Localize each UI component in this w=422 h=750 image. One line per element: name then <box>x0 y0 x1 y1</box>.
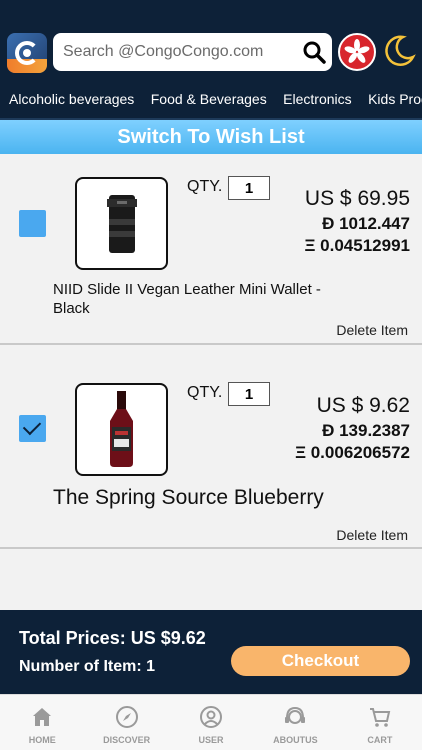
category-nav: Alcoholic beverages Food & Beverages Ele… <box>0 80 422 120</box>
item-checkbox[interactable] <box>19 415 46 442</box>
moon-icon[interactable] <box>381 33 417 69</box>
category-alcoholic-beverages[interactable]: Alcoholic beverages <box>9 80 134 118</box>
tab-home[interactable]: HOME <box>0 695 84 750</box>
category-kids-products[interactable]: Kids Produ <box>368 80 422 118</box>
cart-item: QTY. US $ 69.95 Đ 1012.447 Ξ 0.04512991 … <box>0 156 422 345</box>
checkout-button[interactable]: Checkout <box>231 646 410 676</box>
app-header <box>0 0 422 80</box>
quantity-input[interactable] <box>228 382 270 406</box>
price-dash: Đ 139.2387 <box>322 421 410 440</box>
tab-label: CART <box>367 735 393 745</box>
hong-kong-flag-icon[interactable] <box>338 33 376 71</box>
product-thumbnail[interactable] <box>75 383 168 476</box>
switch-to-wish-list-button[interactable]: Switch To Wish List <box>0 120 422 154</box>
category-electronics[interactable]: Electronics <box>283 80 351 118</box>
search-icon[interactable] <box>302 40 326 64</box>
congo-logo-icon[interactable] <box>7 33 47 73</box>
delete-item-button[interactable]: Delete Item <box>336 322 408 338</box>
qty-label: QTY. <box>187 178 223 195</box>
user-icon <box>200 706 223 728</box>
product-name[interactable]: The Spring Source Blueberry <box>53 486 324 510</box>
tab-label: USER <box>198 735 224 745</box>
cart-item: QTY. US $ 9.62 Đ 139.2387 Ξ 0.006206572 … <box>0 347 422 549</box>
compass-icon <box>115 706 138 728</box>
qty-label: QTY. <box>187 384 223 401</box>
tab-label: ABOUTUS <box>273 735 318 745</box>
price-eth: Ξ 0.006206572 <box>295 443 410 462</box>
total-price: Total Prices: US $9.62 <box>19 628 206 648</box>
tab-cart[interactable]: CART <box>338 695 422 750</box>
tab-user[interactable]: USER <box>169 695 253 750</box>
product-name[interactable]: NIID Slide II Vegan Leather Mini Wallet … <box>53 280 353 318</box>
wallet-image <box>107 195 137 253</box>
support-headset-icon <box>285 706 306 724</box>
quantity-input[interactable] <box>228 176 270 200</box>
price-usd: US $ 9.62 <box>316 394 410 417</box>
cart-summary: Total Prices: US $9.62 Number of Item: 1… <box>0 610 422 694</box>
search-bar <box>53 33 332 71</box>
bottle-image <box>110 391 133 467</box>
home-icon <box>33 708 52 726</box>
product-thumbnail[interactable] <box>75 177 168 270</box>
cart-icon <box>369 708 391 727</box>
item-checkbox[interactable] <box>19 210 46 237</box>
price-dash: Đ 1012.447 <box>322 214 410 233</box>
search-input[interactable] <box>53 33 293 71</box>
item-count: Number of Item: 1 <box>19 658 156 675</box>
wish-list-label: Switch To Wish List <box>117 126 305 148</box>
category-food-beverages[interactable]: Food & Beverages <box>151 80 267 118</box>
bottom-tab-bar: HOME DISCOVER USER ABOUTUS CART <box>0 694 422 750</box>
price-usd: US $ 69.95 <box>304 187 410 210</box>
price-eth: Ξ 0.04512991 <box>304 236 410 255</box>
tab-discover[interactable]: DISCOVER <box>84 695 168 750</box>
delete-item-button[interactable]: Delete Item <box>336 527 408 543</box>
tab-aboutus[interactable]: ABOUTUS <box>253 695 337 750</box>
tab-label: DISCOVER <box>103 735 151 745</box>
tab-label: HOME <box>28 735 56 745</box>
